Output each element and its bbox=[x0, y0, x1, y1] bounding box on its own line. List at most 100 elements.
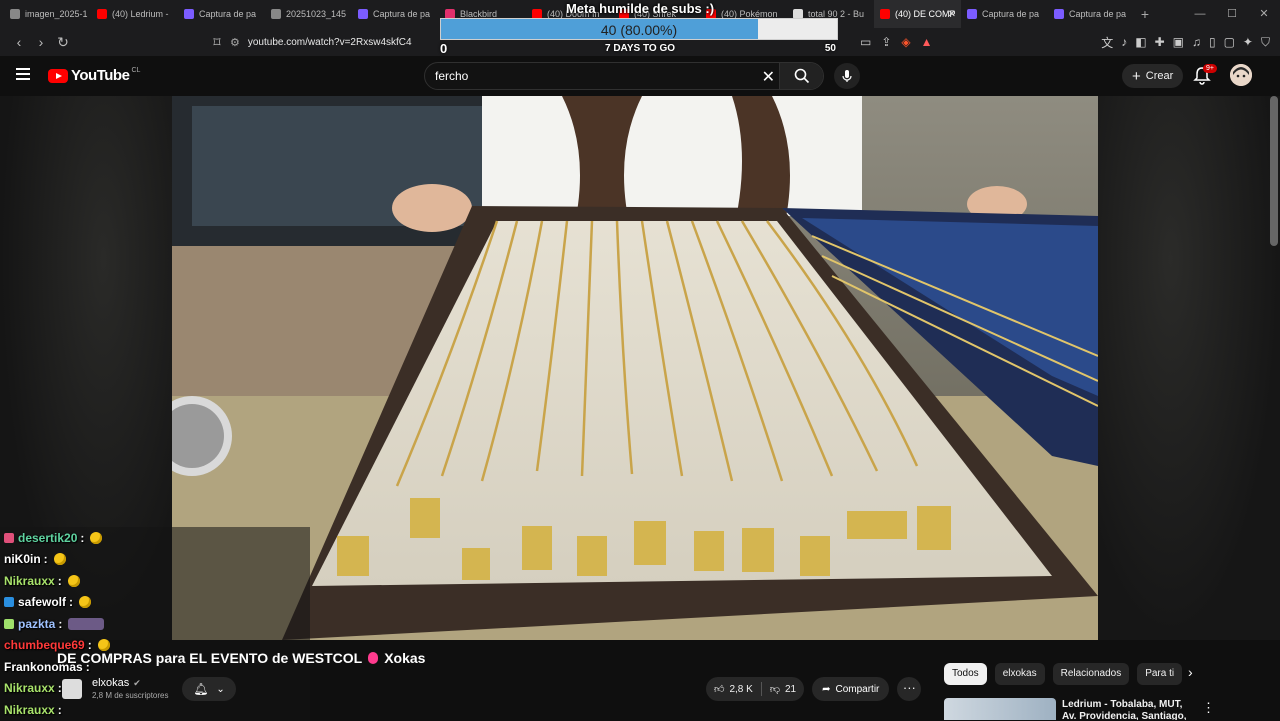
youtube-header: YouTube CL ✕ + Crear 9+ bbox=[0, 56, 1280, 96]
subscribed-notifications-button[interactable]: 🔔︎ ⌄ bbox=[182, 677, 236, 701]
dislike-button[interactable]: 👎︎ 21 bbox=[762, 683, 804, 696]
channel-avatar[interactable] bbox=[62, 678, 82, 699]
screenshot-icon[interactable]: ▣ bbox=[1173, 35, 1184, 49]
chat-emote-icon bbox=[90, 531, 103, 544]
chat-emote-icon bbox=[79, 596, 92, 609]
chat-username: Nikrauxx bbox=[4, 573, 55, 588]
tab-label: imagen_2025-1 bbox=[25, 9, 88, 19]
sidebar-icon[interactable]: ▯ bbox=[1209, 35, 1216, 49]
menu-icon[interactable] bbox=[16, 68, 30, 80]
close-tab-icon[interactable]: ✕ bbox=[948, 9, 956, 20]
leo-icon[interactable]: ✦ bbox=[1243, 35, 1253, 49]
translate-icon[interactable]: 文 bbox=[1101, 34, 1113, 51]
recommended-thumbnail[interactable] bbox=[944, 698, 1056, 720]
back-icon[interactable]: ‹ bbox=[8, 34, 30, 50]
chat-username: safewolf bbox=[18, 595, 67, 610]
extension-icon[interactable]: ◧ bbox=[1135, 35, 1146, 49]
dislike-count: 21 bbox=[784, 683, 797, 695]
chat-separator: : bbox=[80, 530, 85, 545]
search-button[interactable] bbox=[779, 63, 823, 89]
like-dislike-group: 👍︎ 2,8 K 👎︎ 21 bbox=[706, 677, 805, 701]
filter-chip[interactable]: elxokas bbox=[994, 663, 1045, 685]
video-title: DE COMPRAS para EL EVENTO de WESTCOL Xok… bbox=[57, 650, 425, 666]
browser-tab[interactable]: Captura de pa bbox=[961, 0, 1048, 28]
chat-badge-icon bbox=[4, 532, 14, 543]
channel-info[interactable]: elxokas ✔ 2,8 M de suscriptores bbox=[62, 677, 168, 700]
tab-favicon-icon bbox=[880, 9, 890, 19]
browser-tab[interactable]: Captura de pa bbox=[352, 0, 439, 28]
browser-tab[interactable]: (40) Ledrium - bbox=[91, 0, 178, 28]
browser-tab[interactable]: 20251023_145 bbox=[265, 0, 352, 28]
like-button[interactable]: 👍︎ 2,8 K bbox=[706, 683, 761, 696]
more-actions-button[interactable]: ··· bbox=[897, 677, 922, 701]
chevron-right-icon[interactable]: › bbox=[1188, 664, 1193, 680]
chat-separator: : bbox=[57, 702, 62, 717]
chat-separator: : bbox=[43, 552, 48, 567]
new-tab-icon[interactable]: + bbox=[1135, 6, 1155, 22]
rewards-icon[interactable]: ▲ bbox=[921, 35, 933, 49]
tab-label: Captura de pa bbox=[373, 9, 431, 19]
goal-progress-bar: 40 (80.00%) bbox=[440, 18, 838, 40]
pin-emoji-icon bbox=[368, 652, 379, 664]
chat-message: Nikrauxx : bbox=[0, 570, 310, 592]
cast-icon[interactable]: ▭ bbox=[860, 35, 871, 49]
media-icon[interactable]: ♫ bbox=[1192, 35, 1201, 49]
video-ambient-right bbox=[1098, 96, 1280, 640]
goal-max: 50 bbox=[824, 43, 836, 54]
subscriber-count: 2,8 M de suscriptores bbox=[92, 691, 169, 700]
filter-chip[interactable]: Todos bbox=[944, 663, 987, 685]
page-scrollbar[interactable] bbox=[1270, 96, 1278, 246]
search-input[interactable] bbox=[435, 69, 735, 83]
site-settings-icon[interactable]: ⚙ bbox=[230, 36, 240, 49]
maximize-icon[interactable]: ☐ bbox=[1216, 0, 1248, 28]
tab-favicon-icon bbox=[10, 9, 20, 19]
forward-icon[interactable]: › bbox=[30, 34, 52, 50]
share-button[interactable]: ➦ Compartir bbox=[812, 677, 890, 701]
browser-tab[interactable]: Captura de pa bbox=[1048, 0, 1135, 28]
browser-tab[interactable]: imagen_2025-1 bbox=[4, 0, 91, 28]
minimize-icon[interactable]: — bbox=[1184, 0, 1216, 28]
share-page-icon[interactable]: ⇪ bbox=[881, 35, 891, 49]
clear-search-icon[interactable]: ✕ bbox=[762, 67, 775, 87]
chat-username: Nikrauxx bbox=[4, 681, 55, 696]
address-actions: ▭ ⇪ ◈ ▲ bbox=[860, 28, 933, 56]
chat-emote-icon bbox=[68, 617, 105, 630]
browser-tab[interactable]: (40) DE COMP ✕ bbox=[874, 0, 961, 28]
user-avatar[interactable] bbox=[1230, 64, 1252, 86]
tab-label: Captura de pa bbox=[199, 9, 257, 19]
browser-tab[interactable]: Captura de pa bbox=[178, 0, 265, 28]
plus-icon: + bbox=[1132, 67, 1141, 85]
channel-name[interactable]: elxokas bbox=[92, 677, 129, 689]
chat-username: pazkta bbox=[18, 616, 56, 631]
create-button[interactable]: + Crear bbox=[1122, 64, 1184, 88]
brave-shield-icon[interactable]: ◈ bbox=[901, 35, 910, 49]
wallet-icon[interactable]: ▢ bbox=[1224, 35, 1235, 49]
extensions-bar: 文 ♪ ◧ ✚ ▣ ♫ ▯ ▢ ✦ ⛉ bbox=[1101, 28, 1270, 56]
microphone-icon bbox=[842, 70, 852, 82]
video-player[interactable] bbox=[172, 96, 1098, 640]
kebab-menu-icon[interactable]: ⋮ bbox=[1202, 700, 1215, 716]
voice-search-button[interactable] bbox=[834, 63, 860, 89]
vpn-icon[interactable]: ⛉ bbox=[1261, 35, 1270, 50]
search-icon bbox=[794, 68, 809, 84]
chat-separator: : bbox=[69, 595, 74, 610]
window-controls: — ☐ ✕ bbox=[1184, 0, 1280, 28]
video-title-text: DE COMPRAS para EL EVENTO de WESTCOL bbox=[57, 650, 363, 666]
audio-icon[interactable]: ♪ bbox=[1121, 35, 1127, 49]
close-window-icon[interactable]: ✕ bbox=[1248, 0, 1280, 28]
create-label: Crear bbox=[1145, 70, 1174, 82]
reload-icon[interactable]: ↻ bbox=[52, 34, 74, 51]
url-field[interactable]: ⚙ youtube.com/watch?v=2Rxsw4skfC4 bbox=[208, 31, 440, 53]
video-actions: 👍︎ 2,8 K 👎︎ 21 ➦ Compartir ··· bbox=[706, 677, 922, 701]
puzzle-icon[interactable]: ✚ bbox=[1155, 35, 1165, 49]
url-text: youtube.com/watch?v=2Rxsw4skfC4 bbox=[247, 36, 412, 48]
tab-favicon-icon bbox=[358, 9, 368, 19]
youtube-logo[interactable]: YouTube CL bbox=[48, 67, 140, 84]
recommended-video[interactable]: Ledrium - Tobalaba, MUT, Av. Providencia… bbox=[944, 698, 1280, 720]
recommended-title[interactable]: Ledrium - Tobalaba, MUT, Av. Providencia… bbox=[1062, 699, 1192, 720]
search-box: ✕ bbox=[424, 62, 824, 90]
subscriber-goal-overlay: Meta humilde de subs :) 40 (80.00%) 0 7 … bbox=[440, 0, 840, 58]
filter-chip[interactable]: Relacionados bbox=[1052, 663, 1130, 685]
share-icon: ➦ bbox=[822, 683, 831, 695]
filter-chip[interactable]: Para ti bbox=[1137, 663, 1183, 685]
